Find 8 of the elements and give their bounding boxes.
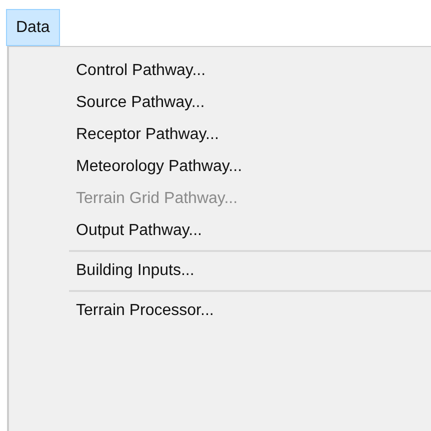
menu-item[interactable]: Output Pathway...	[9, 215, 431, 247]
menu-item[interactable]: Terrain Processor...	[9, 295, 431, 327]
menu-item[interactable]: Meteorology Pathway...	[9, 151, 431, 183]
menu-item[interactable]: Source Pathway...	[9, 87, 431, 119]
menu-bar-item[interactable]: Data	[6, 9, 60, 46]
menu-item[interactable]: Control Pathway...	[9, 55, 431, 87]
menu-item[interactable]: Building Inputs...	[9, 255, 431, 287]
menu-item[interactable]: Receptor Pathway...	[9, 119, 431, 151]
